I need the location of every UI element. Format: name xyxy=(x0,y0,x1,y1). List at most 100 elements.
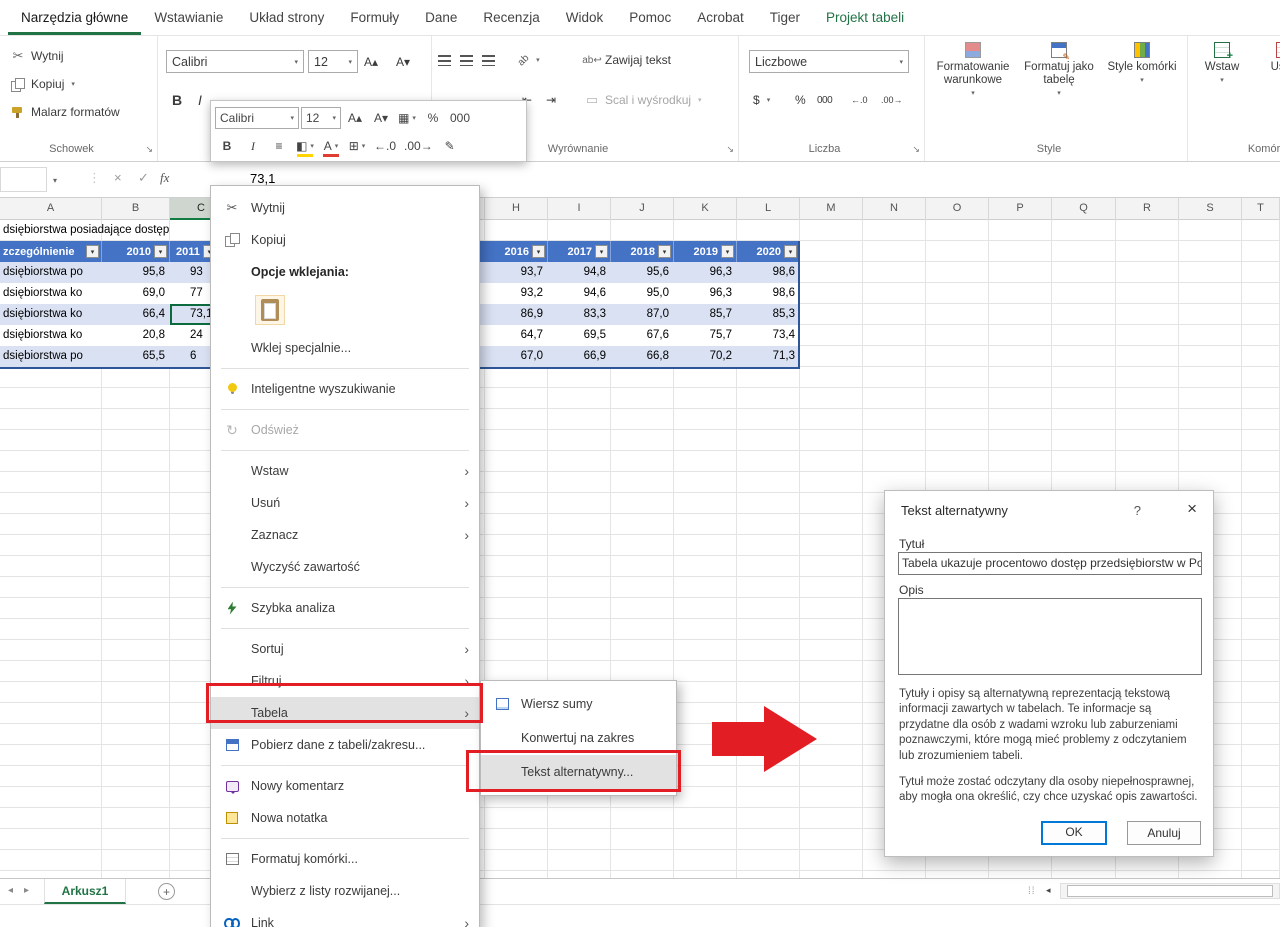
new-sheet-button[interactable]: + xyxy=(158,883,175,900)
data-cell[interactable]: 85,7 xyxy=(674,304,732,325)
data-cell[interactable]: 83,3 xyxy=(548,304,606,325)
table-header-2019[interactable]: 2019▾ xyxy=(674,241,737,262)
ribbon-tab-dane[interactable]: Dane xyxy=(412,0,470,35)
filter-button[interactable]: ▾ xyxy=(532,245,545,258)
filter-button[interactable]: ▾ xyxy=(154,245,167,258)
data-cell[interactable]: 96,3 xyxy=(674,262,732,283)
paste-option-button[interactable] xyxy=(255,295,285,325)
align-middle-button[interactable] xyxy=(460,48,473,72)
table-header-2016[interactable]: 2016▾ xyxy=(485,241,548,262)
menu-item-link[interactable]: Link› xyxy=(211,907,479,927)
menu-item-formatuj-komorki[interactable]: Formatuj komórki... xyxy=(211,843,479,875)
data-cell[interactable]: 66,9 xyxy=(548,346,606,367)
table-header-2017[interactable]: 2017▾ xyxy=(548,241,611,262)
data-cell[interactable]: 93,7 xyxy=(485,262,543,283)
menu-item-kopiuj[interactable]: Kopiuj xyxy=(211,224,479,256)
align-center-button[interactable]: ≡ xyxy=(267,134,291,158)
data-cell[interactable]: 67,0 xyxy=(485,346,543,367)
wrap-text-button[interactable]: ab↩ Zawijaj tekst xyxy=(584,48,671,72)
ribbon-tab-acrobat[interactable]: Acrobat xyxy=(684,0,757,35)
ribbon-tab-widok[interactable]: Widok xyxy=(553,0,617,35)
menu-item-wklej-specjalnie[interactable]: Wklej specjalnie... xyxy=(211,332,479,364)
comma-style-button[interactable]: 000 xyxy=(817,88,832,112)
row-label-cell[interactable]: dsiębiorstwa po xyxy=(3,346,102,367)
menu-item-wstaw[interactable]: Wstaw› xyxy=(211,455,479,487)
table-header-zczegolnienie[interactable]: zczególnienie▾ xyxy=(0,241,102,262)
menu-item-inteligentne-wyszukiwanie[interactable]: Inteligentne wyszukiwanie xyxy=(211,373,479,405)
filter-button[interactable]: ▾ xyxy=(658,245,671,258)
row-label-cell[interactable]: dsiębiorstwa ko xyxy=(3,325,102,346)
format-painter-button[interactable]: ✎ xyxy=(438,134,462,158)
conditional-formatting-button[interactable]: Formatowanie warunkowe ▾ xyxy=(931,42,1015,98)
data-cell[interactable]: 98,6 xyxy=(737,283,795,304)
menu-item-zaznacz[interactable]: Zaznacz› xyxy=(211,519,479,551)
data-cell[interactable]: 71,3 xyxy=(737,346,795,367)
data-cell[interactable]: 69,5 xyxy=(548,325,606,346)
ribbon-tab-wstawianie[interactable]: Wstawianie xyxy=(141,0,236,35)
sheet-nav-left-icon[interactable]: ◂ xyxy=(8,885,13,896)
data-cell[interactable]: 94,6 xyxy=(548,283,606,304)
cut-button[interactable]: ✂ Wytnij xyxy=(10,44,64,68)
decrease-decimal-button[interactable]: ←.0 xyxy=(851,88,868,112)
data-cell[interactable]: 85,3 xyxy=(737,304,795,325)
data-cell[interactable]: 93,2 xyxy=(485,283,543,304)
menu-item-usun[interactable]: Usuń› xyxy=(211,487,479,519)
filter-button[interactable]: ▾ xyxy=(784,245,797,258)
table-header-2018[interactable]: 2018▾ xyxy=(611,241,674,262)
data-cell[interactable]: 70,2 xyxy=(674,346,732,367)
comma-style-button[interactable]: 000 xyxy=(447,106,473,130)
formula-bar-splitter[interactable]: ⋮ xyxy=(88,170,101,186)
ribbon-tab-uklad-strony[interactable]: Układ strony xyxy=(236,0,337,35)
horizontal-scrollbar[interactable] xyxy=(1060,883,1280,899)
format-dropdown-button[interactable]: ▦▾ xyxy=(395,106,419,130)
bold-button[interactable]: B xyxy=(172,88,182,112)
align-bottom-button[interactable] xyxy=(482,48,495,72)
grow-font-button[interactable]: A▴ xyxy=(343,106,367,130)
bold-button[interactable]: B xyxy=(215,134,239,158)
close-icon[interactable]: × xyxy=(1187,499,1197,519)
sheet-tab-arkusz1[interactable]: Arkusz1 xyxy=(44,879,126,904)
help-icon[interactable]: ? xyxy=(1134,503,1141,518)
data-cell[interactable]: 67,6 xyxy=(611,325,669,346)
data-cell[interactable]: 96,3 xyxy=(674,283,732,304)
name-box[interactable] xyxy=(0,167,47,192)
font-size-select[interactable]: 12 ▾ xyxy=(308,50,358,73)
font-name-select[interactable]: Calibri▾ xyxy=(215,107,299,129)
copy-button[interactable]: Kopiuj ▾ xyxy=(10,72,75,96)
accounting-format-button[interactable]: $ ▾ xyxy=(753,88,770,112)
menu-item-wytnij[interactable]: Wytnij xyxy=(211,192,479,224)
format-painter-button[interactable]: Malarz formatów xyxy=(10,100,120,124)
ribbon-tab-pomoc[interactable]: Pomoc xyxy=(616,0,684,35)
submenu-item-wiersz-sumy[interactable]: Wiersz sumy xyxy=(481,687,676,721)
clipboard-dialog-launcher[interactable]: ↘ xyxy=(145,144,153,155)
table-header-2010[interactable]: 2010▾ xyxy=(102,241,170,262)
cell-styles-button[interactable]: Style komórki ▾ xyxy=(1103,42,1181,85)
table-header-2020[interactable]: 2020▾ xyxy=(737,241,800,262)
row-label-cell[interactable]: dsiębiorstwa ko xyxy=(3,304,102,325)
format-as-table-button[interactable]: Formatuj jako tabelę ▾ xyxy=(1017,42,1101,98)
data-cell[interactable]: 65,5 xyxy=(102,346,165,367)
data-cell[interactable]: 95,8 xyxy=(102,262,165,283)
italic-button[interactable]: I xyxy=(241,134,265,158)
increase-decimal-button[interactable]: .00→ xyxy=(401,134,436,158)
increase-indent-button[interactable]: ⇥ xyxy=(546,88,556,112)
data-cell[interactable]: 86,9 xyxy=(485,304,543,325)
percent-style-button[interactable]: % xyxy=(795,88,806,112)
cancel-button[interactable]: Anuluj xyxy=(1127,821,1201,845)
row-label-cell[interactable]: dsiębiorstwa ko xyxy=(3,283,102,304)
alignment-dialog-launcher[interactable]: ↘ xyxy=(726,144,734,155)
menu-item-wyczysc-zawartosc[interactable]: Wyczyść zawartość xyxy=(211,551,479,583)
data-cell[interactable]: 69,0 xyxy=(102,283,165,304)
enter-button[interactable]: ✓ xyxy=(138,170,149,186)
fill-color-button[interactable]: ◧▾ xyxy=(293,134,317,158)
name-box-dropdown-icon[interactable]: ▾ xyxy=(53,176,57,185)
data-cell[interactable]: 73,4 xyxy=(737,325,795,346)
data-cell[interactable]: 20,8 xyxy=(102,325,165,346)
data-cell[interactable]: 94,8 xyxy=(548,262,606,283)
borders-button[interactable]: ⊞▾ xyxy=(345,134,369,158)
filter-button[interactable]: ▾ xyxy=(595,245,608,258)
percent-style-button[interactable]: % xyxy=(421,106,445,130)
horizontal-scrollbar-thumb[interactable] xyxy=(1067,885,1273,897)
ribbon-tab-recenzja[interactable]: Recenzja xyxy=(470,0,552,35)
sheet-nav-right-icon[interactable]: ▸ xyxy=(24,885,29,896)
